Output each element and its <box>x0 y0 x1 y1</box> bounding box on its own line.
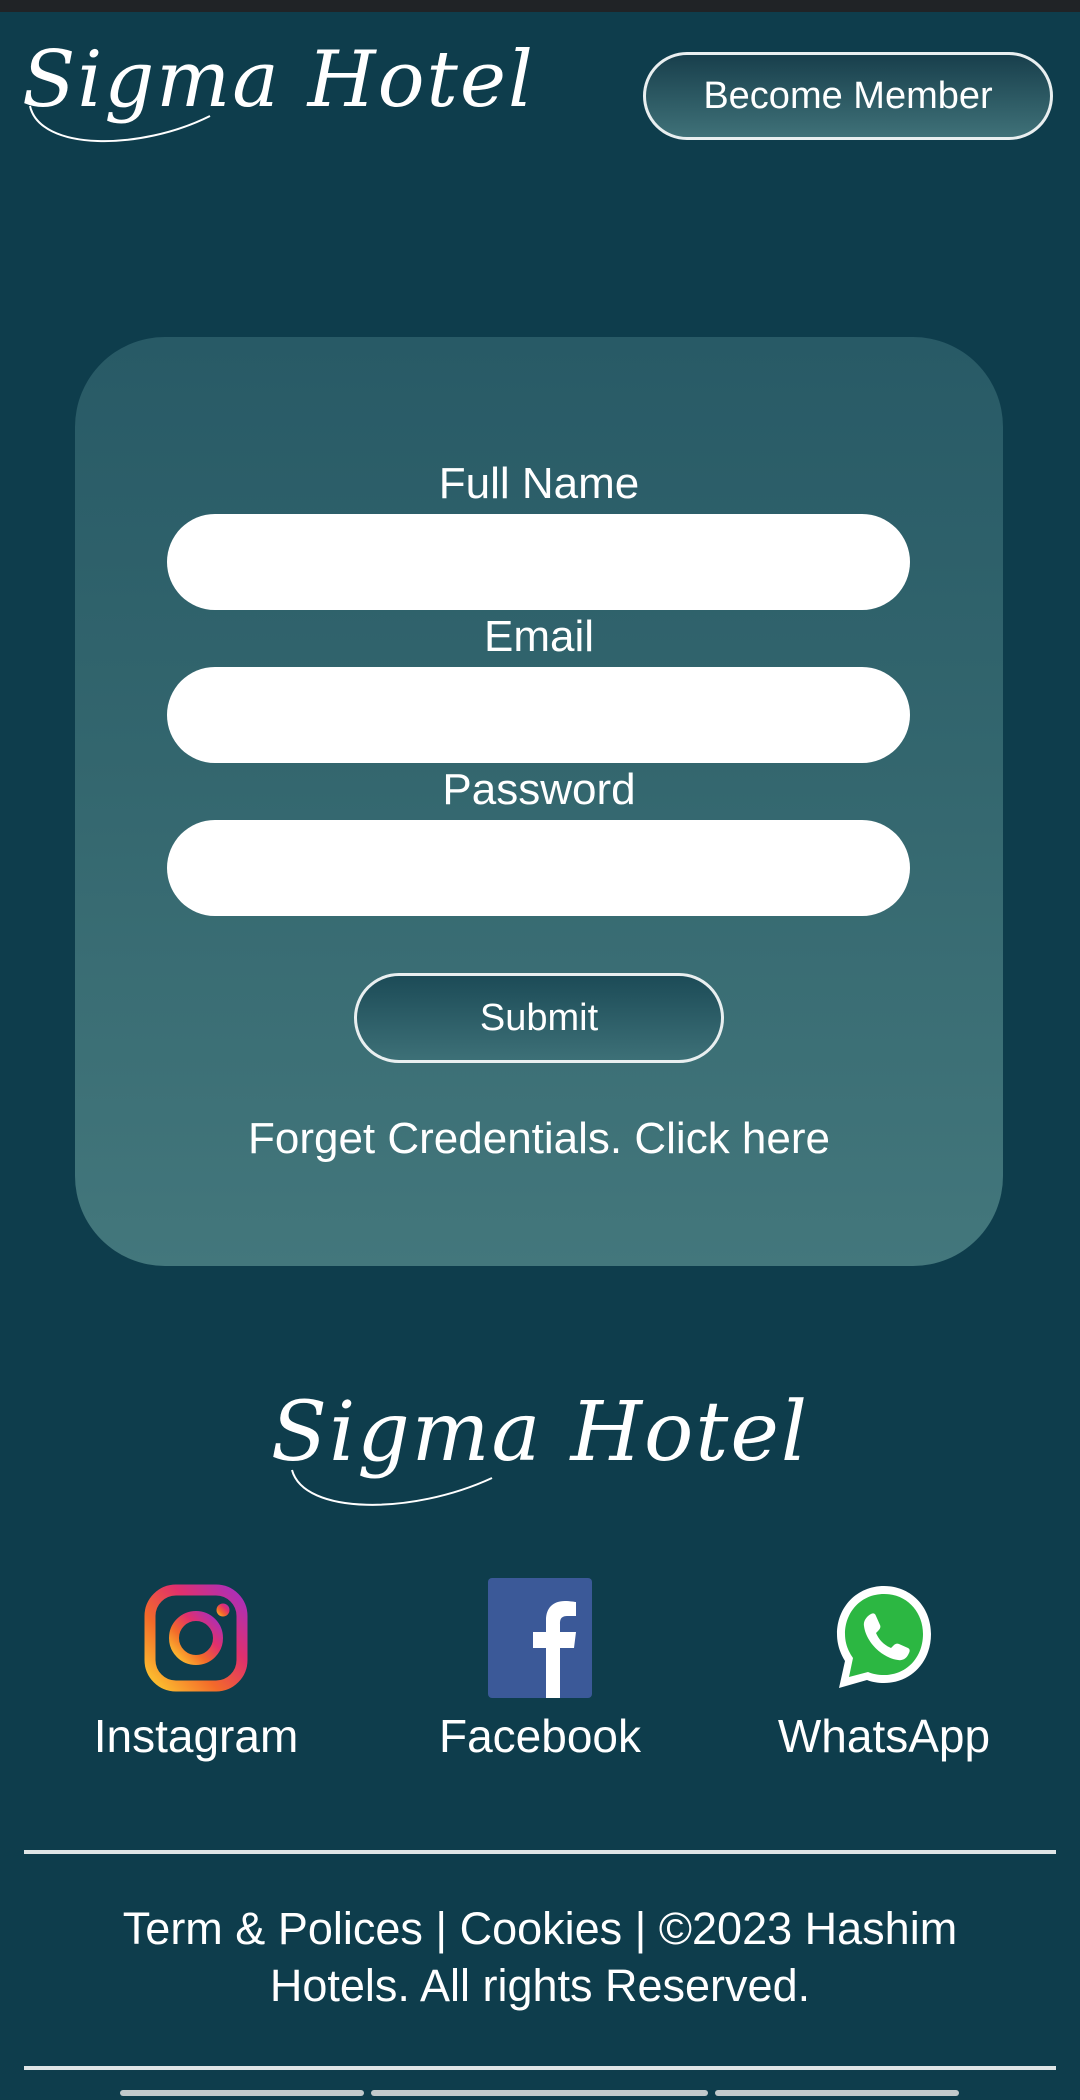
whatsapp-icon <box>837 1586 931 1688</box>
login-card: Full Name Email Password Submit Forget C… <box>75 337 1003 1266</box>
nav-bar-segment <box>715 2090 959 2096</box>
facebook-icon <box>488 1578 592 1698</box>
nav-bar-segment <box>371 2090 708 2096</box>
instagram-label: Instagram <box>93 1710 299 1762</box>
cookies-link[interactable]: Cookies <box>460 1903 623 1954</box>
email-input[interactable] <box>167 667 910 763</box>
password-label: Password <box>442 765 636 814</box>
instagram-icon <box>144 1584 248 1692</box>
whatsapp-label: WhatsApp <box>777 1710 991 1762</box>
footer-divider-bottom <box>24 2066 1056 2070</box>
status-bar <box>0 0 1080 12</box>
footer-divider-top <box>24 1850 1056 1854</box>
footer-separator: | <box>422 1903 460 1954</box>
footer-legal-text: Term & Polices | Cookies | ©2023 Hashim … <box>60 1900 1020 2014</box>
footer-hotel-logo: Sigma Hotel <box>270 1385 810 1480</box>
email-label: Email <box>483 612 595 661</box>
hotel-logo[interactable]: Sigma Hotel <box>22 30 535 130</box>
facebook-link[interactable]: Facebook <box>370 1578 710 1764</box>
forget-credentials-link[interactable]: Forget Credentials. Click here <box>75 1111 1003 1167</box>
full-name-label: Full Name <box>438 459 640 508</box>
footer-separator: | <box>622 1903 659 1954</box>
whatsapp-link[interactable]: WhatsApp <box>714 1578 1054 1764</box>
instagram-link[interactable]: Instagram <box>26 1578 366 1764</box>
password-input[interactable] <box>167 820 910 916</box>
become-member-button[interactable]: Become Member <box>643 52 1053 140</box>
submit-button[interactable]: Submit <box>354 973 724 1063</box>
full-name-input[interactable] <box>167 514 910 610</box>
nav-bar-segment <box>120 2090 364 2096</box>
terms-link[interactable]: Term & Polices <box>123 1903 423 1954</box>
facebook-label: Facebook <box>438 1710 641 1762</box>
